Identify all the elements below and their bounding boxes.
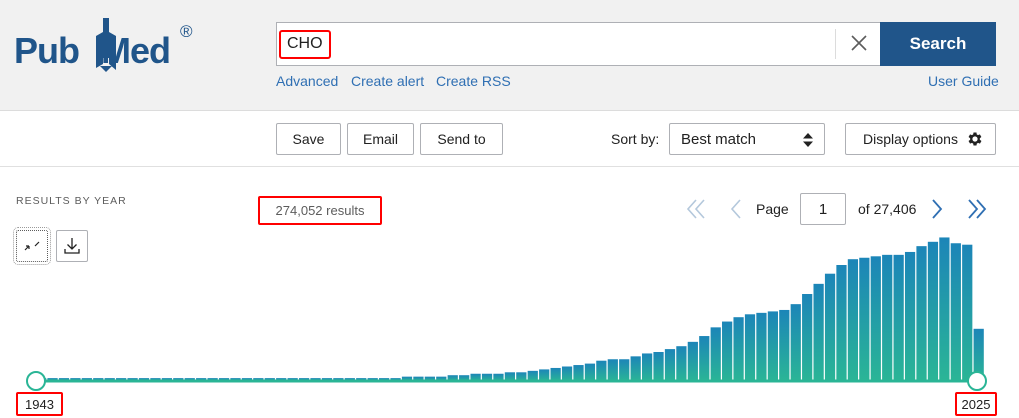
year-bar-2015[interactable]: [859, 257, 870, 381]
save-button[interactable]: Save: [276, 123, 341, 155]
year-bar-1991[interactable]: [584, 363, 596, 381]
year-bar-2001[interactable]: [699, 336, 710, 381]
year-bar-2022[interactable]: [939, 237, 950, 381]
book-icon: [96, 18, 116, 72]
year-bar-2014[interactable]: [847, 259, 859, 381]
previous-page-icon[interactable]: [724, 198, 750, 220]
year-bar-2019[interactable]: [904, 251, 916, 381]
search-button[interactable]: Search: [880, 22, 996, 66]
year-bar-1993[interactable]: [607, 359, 618, 381]
year-bar-2004[interactable]: [733, 317, 744, 381]
year-bar-1987[interactable]: [539, 369, 550, 381]
results-by-year-title: RESULTS BY YEAR: [16, 195, 127, 207]
last-page-icon[interactable]: [964, 198, 990, 220]
advanced-link[interactable]: Advanced: [276, 73, 338, 89]
year-bar-2000[interactable]: [687, 341, 698, 381]
year-bar-2012[interactable]: [824, 273, 836, 381]
close-icon: [851, 35, 867, 51]
year-bar-2010[interactable]: [802, 294, 813, 381]
year-bar-2009[interactable]: [790, 304, 801, 381]
year-bar-2006[interactable]: [756, 312, 767, 381]
year-bar-1999[interactable]: [676, 346, 687, 381]
pubmed-logo[interactable]: Pub Med ®: [14, 16, 204, 82]
first-page-icon[interactable]: [684, 198, 710, 220]
display-options-label: Display options: [863, 131, 958, 147]
page-number-input[interactable]: [800, 193, 846, 225]
year-bar-1992[interactable]: [596, 360, 607, 381]
logo-text: Pub Med: [14, 30, 171, 72]
send-to-button[interactable]: Send to: [420, 123, 503, 155]
year-bar-2007[interactable]: [767, 311, 778, 381]
year-bar-2017[interactable]: [882, 254, 893, 381]
year-bar-1986[interactable]: [527, 370, 538, 381]
email-button[interactable]: Email: [347, 123, 414, 155]
sort-by-label: Sort by:: [611, 131, 660, 147]
sort-select[interactable]: Best match: [669, 123, 825, 155]
user-guide-link[interactable]: User Guide: [928, 73, 999, 89]
year-bar-1998[interactable]: [664, 349, 676, 381]
year-bar-2018[interactable]: [893, 254, 904, 381]
year-bar-1996[interactable]: [641, 353, 653, 381]
year-bar-1990[interactable]: [573, 365, 584, 381]
search-input[interactable]: [283, 31, 823, 57]
search-divider: [835, 29, 836, 59]
create-rss-link[interactable]: Create RSS: [436, 73, 511, 89]
header: PubMed ® Search Advanced Create alert Cr…: [0, 0, 1019, 111]
year-bar-2003[interactable]: [722, 321, 733, 381]
year-bar-2023[interactable]: [950, 243, 961, 381]
year-bar-2008[interactable]: [779, 309, 790, 381]
year-bar-1989[interactable]: [561, 366, 573, 382]
year-bar-2024[interactable]: [962, 244, 973, 381]
sort-arrows-icon: [803, 133, 813, 147]
year-bar-1997[interactable]: [653, 352, 664, 381]
display-options-button[interactable]: Display options: [845, 123, 996, 155]
year-bar-1988[interactable]: [550, 367, 561, 381]
registered-mark: ®: [180, 22, 193, 41]
start-year-label: 1943: [16, 392, 63, 416]
year-bar-1995[interactable]: [630, 356, 641, 381]
total-pages: of 27,406: [858, 201, 917, 217]
next-page-icon[interactable]: [924, 198, 950, 220]
end-year-handle[interactable]: [967, 371, 987, 391]
year-bar-1994[interactable]: [619, 359, 630, 381]
sort-value: Best match: [681, 130, 757, 148]
year-bar-2005[interactable]: [744, 314, 756, 381]
clear-search-button[interactable]: [839, 29, 879, 59]
year-bar-2020[interactable]: [916, 246, 927, 381]
toolbar-divider: [0, 166, 1019, 167]
results-by-year-chart: [26, 237, 987, 391]
logo-text-pub: Pub: [14, 30, 80, 71]
year-bar-2013[interactable]: [836, 265, 847, 381]
end-year-label: 2025: [955, 392, 997, 416]
create-alert-link[interactable]: Create alert: [351, 73, 424, 89]
year-bar-2002[interactable]: [710, 327, 721, 381]
page-label: Page: [756, 201, 789, 217]
year-bar-2016[interactable]: [870, 256, 881, 381]
start-year-handle[interactable]: [26, 371, 46, 391]
results-count: 274,052 results: [258, 196, 382, 225]
search-box: [276, 22, 880, 66]
gear-icon: [968, 132, 982, 146]
year-bar-2011[interactable]: [813, 283, 824, 381]
year-bar-2021[interactable]: [927, 241, 939, 381]
